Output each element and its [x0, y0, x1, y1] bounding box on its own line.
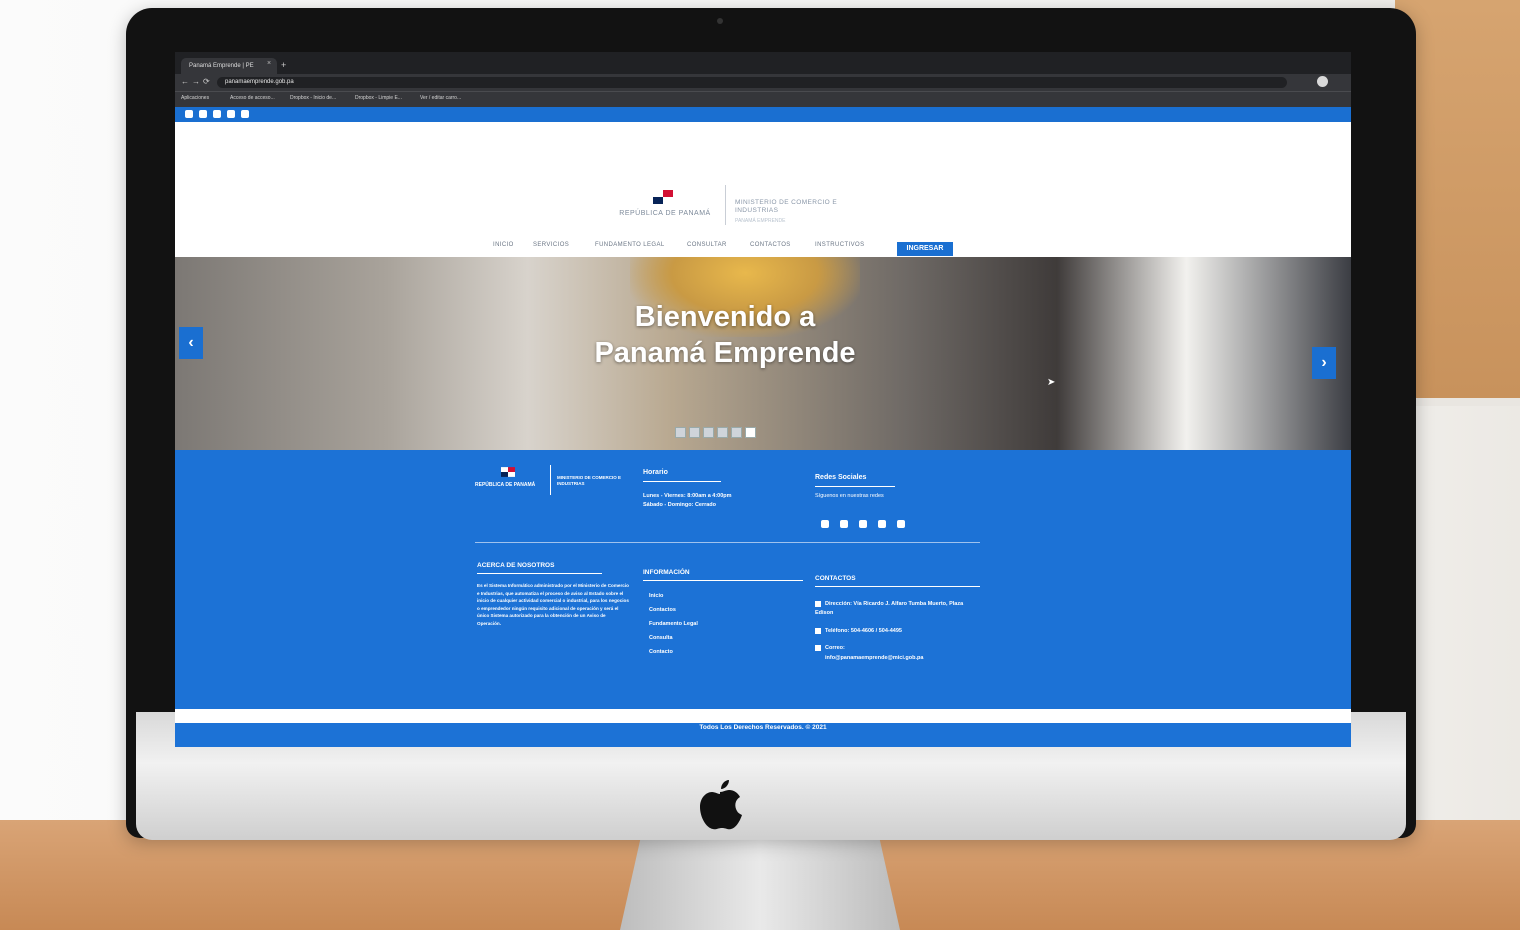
carousel-indicators — [675, 425, 759, 443]
hero-carousel: Bienvenido a Panamá Emprende — [175, 257, 1351, 450]
acerca-underline — [477, 573, 602, 574]
footer-linkedin-icon[interactable] — [897, 520, 905, 528]
address-text: Dirección: Vía Ricardo J. Alfaro Tumba M… — [815, 601, 964, 616]
nav-consultar[interactable]: CONSULTAR — [687, 242, 727, 248]
contactos-heading: CONTACTOS — [815, 575, 856, 582]
webcam — [717, 18, 723, 24]
website: REPÚBLICA DE PANAMÁ MINISTERIO DE COMERC… — [175, 107, 1351, 747]
redes-underline — [815, 486, 895, 487]
profile-avatar-icon[interactable] — [1317, 76, 1328, 87]
screen: Panamá Emprende | PE × + ← → ⟳ panamaemp… — [175, 52, 1351, 747]
redes-subtitle: Síguenos en nuestras redes — [815, 493, 884, 499]
top-social-strip — [175, 107, 1351, 122]
copyright-text: Todos Los Derechos Reservados. © 2021 — [699, 724, 827, 731]
linkedin-icon[interactable] — [241, 110, 249, 118]
redes-heading: Redes Sociales — [815, 474, 867, 481]
ingresar-button[interactable]: INGRESAR — [897, 242, 953, 256]
footer-facebook-icon[interactable] — [821, 520, 829, 528]
facebook-icon[interactable] — [185, 110, 193, 118]
email-label: Correo: — [825, 645, 845, 651]
ministry-label: MINISTERIO DE COMERCIO E INDUSTRIAS — [735, 199, 838, 214]
info-link-fundamento-legal[interactable]: Fundamento Legal — [649, 621, 698, 627]
back-arrow-icon[interactable]: ← — [181, 78, 189, 86]
info-link-contacto[interactable]: Contacto — [649, 649, 673, 655]
info-link-contactos[interactable]: Contactos — [649, 607, 676, 613]
footer-twitter-icon[interactable] — [878, 520, 886, 528]
phone-text: Teléfono: 504-4606 / 504-4495 — [825, 628, 902, 634]
ministry-sublabel: PANAMÁ EMPRENDE — [735, 218, 786, 224]
header-divider — [725, 185, 726, 225]
forward-arrow-icon[interactable]: → — [192, 78, 200, 86]
hero-title-line2: Panamá Emprende — [594, 337, 856, 369]
carousel-dot[interactable] — [675, 427, 686, 438]
carousel-prev-button[interactable]: ‹ — [179, 327, 203, 359]
informacion-heading: INFORMACIÓN — [643, 569, 690, 576]
footer-flag-icon — [501, 467, 515, 477]
info-link-inicio[interactable]: Inicio — [649, 593, 663, 599]
site-header — [175, 122, 1351, 202]
youtube-icon[interactable] — [213, 110, 221, 118]
footer-instagram-icon[interactable] — [840, 520, 848, 528]
bookmarks-bar — [175, 91, 1351, 107]
carousel-dot[interactable] — [717, 427, 728, 438]
acerca-text: Es el Sistema Informático administrado p… — [477, 583, 629, 626]
footer — [175, 450, 1351, 700]
horario-underline — [643, 481, 721, 482]
location-icon — [815, 600, 821, 607]
horario-line: Sábado - Domingo: Cerrado — [643, 502, 717, 508]
browser-tab[interactable]: Panamá Emprende | PE — [181, 58, 277, 74]
monitor-stand — [620, 830, 900, 930]
horario-line: Lunes - Viernes: 8:00am a 4:00pm — [643, 493, 732, 499]
nav-servicios[interactable]: SERVICIOS — [533, 242, 569, 248]
bookmark-item[interactable]: Aplicaciones — [181, 94, 209, 102]
tab-close-icon[interactable]: × — [267, 60, 271, 67]
nav-fundamento-legal[interactable]: FUNDAMENTO LEGAL — [595, 242, 665, 248]
footer-republic-label: REPÚBLICA DE PANAMÁ — [475, 482, 536, 488]
hero-title-line1: Bienvenido a — [634, 301, 816, 333]
acerca-heading: ACERCA DE NOSOTROS — [477, 562, 555, 569]
bookmark-item[interactable]: Dropbox - Inicio de... — [290, 94, 336, 102]
copyright-white-strip — [175, 709, 1351, 723]
carousel-dot[interactable] — [689, 427, 700, 438]
footer-logo-divider — [550, 465, 551, 495]
contact-phone: Teléfono: 504-4606 / 504-4495 — [815, 627, 965, 636]
contact-address: Dirección: Vía Ricardo J. Alfaro Tumba M… — [815, 600, 965, 618]
footer-ministry-label: MINISTERIO DE COMERCIO E INDUSTRIAS — [557, 475, 622, 486]
info-link-consulta[interactable]: Consulta — [649, 635, 673, 641]
carousel-dot[interactable] — [731, 427, 742, 438]
apple-logo-icon — [700, 780, 742, 830]
tab-title: Panamá Emprende | PE — [189, 63, 254, 69]
carousel-dot[interactable] — [703, 427, 714, 438]
contactos-underline — [815, 586, 980, 587]
bookmark-item[interactable]: Dropbox - Limpie E... — [355, 94, 402, 102]
email-address[interactable]: info@panamaemprende@mici.gob.pa — [825, 654, 975, 663]
new-tab-icon[interactable]: + — [281, 61, 286, 70]
footer-separator — [475, 542, 980, 543]
horario-heading: Horario — [643, 469, 668, 476]
republic-label: REPÚBLICA DE PANAMÁ — [619, 210, 711, 217]
address-bar[interactable]: panamaemprende.gob.pa — [217, 77, 1287, 88]
nav-inicio[interactable]: INICIO — [493, 242, 514, 248]
carousel-dot-active[interactable] — [745, 427, 756, 438]
bookmark-item[interactable]: Acceso de acceso... — [230, 94, 275, 102]
phone-icon — [815, 627, 821, 634]
carousel-next-button[interactable]: › — [1312, 347, 1336, 379]
panama-flag-icon — [653, 190, 673, 204]
mouse-cursor-icon: ➤ — [1047, 377, 1056, 388]
mail-icon — [815, 644, 821, 651]
hero-title: Bienvenido a Panamá Emprende — [535, 299, 915, 371]
instagram-icon[interactable] — [199, 110, 207, 118]
informacion-underline — [643, 580, 803, 581]
footer-youtube-icon[interactable] — [859, 520, 867, 528]
twitter-icon[interactable] — [227, 110, 235, 118]
contact-email: Correo: — [815, 644, 965, 653]
nav-contactos[interactable]: CONTACTOS — [750, 242, 791, 248]
browser-tab-strip — [175, 52, 1351, 74]
reload-icon[interactable]: ⟳ — [203, 78, 210, 86]
bookmark-item[interactable]: Ver / editar carro... — [420, 94, 461, 102]
nav-instructivos[interactable]: INSTRUCTIVOS — [815, 242, 864, 248]
